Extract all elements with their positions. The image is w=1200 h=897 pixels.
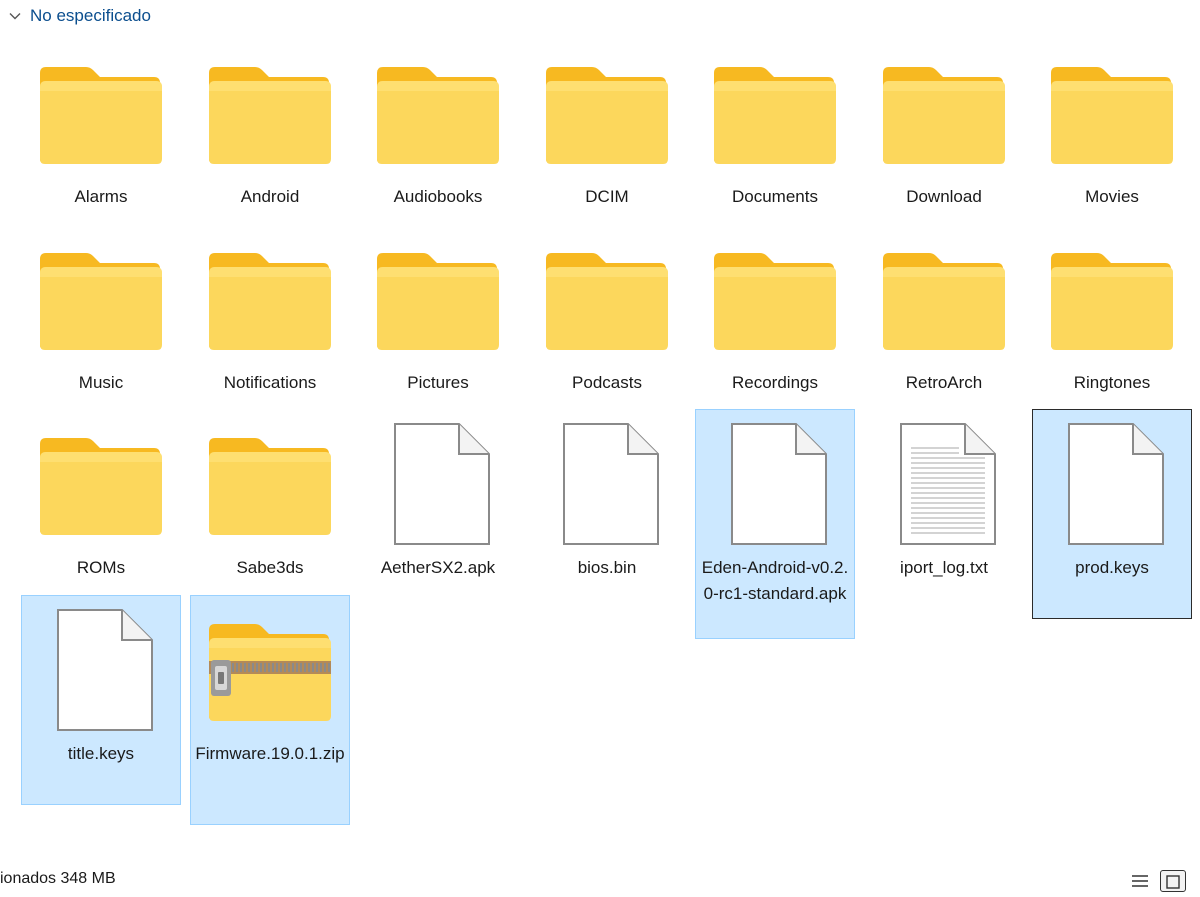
folder-icon [1047, 233, 1177, 363]
folder-item-download[interactable]: Download [864, 38, 1024, 248]
file-icon-graphic [563, 423, 659, 545]
item-label: prod.keys [1075, 558, 1149, 577]
folder-icon [373, 47, 503, 177]
text-file-icon [879, 418, 1009, 548]
folder-icon [205, 233, 335, 363]
file-icon-graphic [1068, 423, 1164, 545]
large-icons-view-icon [1166, 875, 1180, 889]
folder-icon-graphic [546, 67, 668, 164]
large-icons-view-button[interactable] [1160, 870, 1186, 892]
item-label: Alarms [74, 187, 128, 206]
file-icon-graphic [394, 423, 490, 545]
folder-icon [710, 233, 840, 363]
zip-folder-icon-graphic [209, 624, 331, 721]
folder-icon [36, 418, 166, 548]
folder-icon [36, 47, 166, 177]
item-label: AetherSX2.apk [380, 558, 496, 577]
item-label: Music [78, 373, 124, 392]
file-grid: Alarms Android Audiobooks DCIM Documents Down… [0, 0, 1200, 860]
folder-icon-graphic [209, 253, 331, 350]
item-label: ROMs [76, 558, 126, 577]
folder-icon [373, 233, 503, 363]
item-label: Podcasts [572, 373, 642, 392]
folder-item-android[interactable]: Android [190, 38, 350, 248]
file-item-eden-android-v0-2-0-rc1-standard-apk[interactable]: Eden-Android-v0.2.0-rc1-standard.apk [695, 409, 855, 639]
item-label: title.keys [67, 744, 135, 763]
folder-item-movies[interactable]: Movies [1032, 38, 1192, 248]
item-label: RetroArch [905, 373, 983, 392]
zip-folder-icon [205, 604, 335, 734]
folder-icon-graphic [377, 253, 499, 350]
folder-icon-graphic [40, 67, 162, 164]
item-label: Documents [732, 187, 818, 206]
item-label: Recordings [732, 373, 818, 392]
folder-item-notifications[interactable]: Notifications [190, 224, 350, 434]
folder-icon [542, 233, 672, 363]
item-label: Pictures [407, 373, 469, 392]
folder-item-dcim[interactable]: DCIM [527, 38, 687, 248]
file-item-firmware-19-0-1-zip[interactable]: Firmware.19.0.1.zip [190, 595, 350, 825]
folder-icon [542, 47, 672, 177]
folder-icon [879, 47, 1009, 177]
folder-icon-graphic [40, 253, 162, 350]
folder-icon [36, 233, 166, 363]
file-item-iport-log-txt[interactable]: iport_log.txt [864, 409, 1024, 619]
file-icon [373, 418, 503, 548]
file-icon [36, 604, 166, 734]
folder-item-recordings[interactable]: Recordings [695, 224, 855, 434]
details-view-button[interactable] [1127, 870, 1153, 892]
folder-icon [205, 47, 335, 177]
text-file-icon-graphic [900, 423, 996, 545]
folder-item-alarms[interactable]: Alarms [21, 38, 181, 248]
folder-icon-graphic [40, 438, 162, 535]
item-label: Firmware.19.0.1.zip [195, 744, 345, 763]
folder-item-pictures[interactable]: Pictures [358, 224, 518, 434]
item-label: DCIM [585, 187, 629, 206]
item-label: Eden-Android-v0.2.0-rc1-standard.apk [701, 558, 849, 603]
folder-icon [710, 47, 840, 177]
folder-icon-graphic [883, 67, 1005, 164]
folder-icon-graphic [1051, 67, 1173, 164]
item-label: bios.bin [577, 558, 637, 577]
item-label: Movies [1085, 187, 1139, 206]
folder-icon [1047, 47, 1177, 177]
folder-icon [205, 418, 335, 548]
item-label: Android [240, 187, 300, 206]
folder-icon-graphic [883, 253, 1005, 350]
file-item-aethersx2-apk[interactable]: AetherSX2.apk [358, 409, 518, 619]
status-bar: cionados 348 MB [0, 868, 1200, 892]
folder-icon-graphic [377, 67, 499, 164]
folder-item-music[interactable]: Music [21, 224, 181, 434]
item-label: Notifications [223, 373, 317, 392]
file-icon [1047, 418, 1177, 548]
folder-item-podcasts[interactable]: Podcasts [527, 224, 687, 434]
status-text: cionados 348 MB [0, 870, 116, 887]
item-label: Ringtones [1073, 373, 1151, 392]
file-icon-graphic [731, 423, 827, 545]
file-icon [710, 418, 840, 548]
folder-item-documents[interactable]: Documents [695, 38, 855, 248]
file-item-prod-keys[interactable]: prod.keys [1032, 409, 1192, 619]
folder-icon-graphic [546, 253, 668, 350]
folder-icon [879, 233, 1009, 363]
folder-item-retroarch[interactable]: RetroArch [864, 224, 1024, 434]
folder-item-ringtones[interactable]: Ringtones [1032, 224, 1192, 434]
item-label: Audiobooks [393, 187, 483, 206]
folder-item-sabe3ds[interactable]: Sabe3ds [190, 409, 350, 619]
file-icon-graphic [57, 609, 153, 731]
item-label: iport_log.txt [900, 558, 988, 577]
folder-item-audiobooks[interactable]: Audiobooks [358, 38, 518, 248]
folder-icon-graphic [714, 253, 836, 350]
folder-icon-graphic [714, 67, 836, 164]
folder-icon-graphic [209, 67, 331, 164]
file-item-bios-bin[interactable]: bios.bin [527, 409, 687, 619]
details-view-icon [1132, 875, 1148, 887]
item-label: Sabe3ds [236, 558, 304, 577]
folder-icon-graphic [1051, 253, 1173, 350]
file-icon [542, 418, 672, 548]
folder-icon-graphic [209, 438, 331, 535]
file-item-title-keys[interactable]: title.keys [21, 595, 181, 805]
folder-item-roms[interactable]: ROMs [21, 409, 181, 619]
item-label: Download [906, 187, 982, 206]
